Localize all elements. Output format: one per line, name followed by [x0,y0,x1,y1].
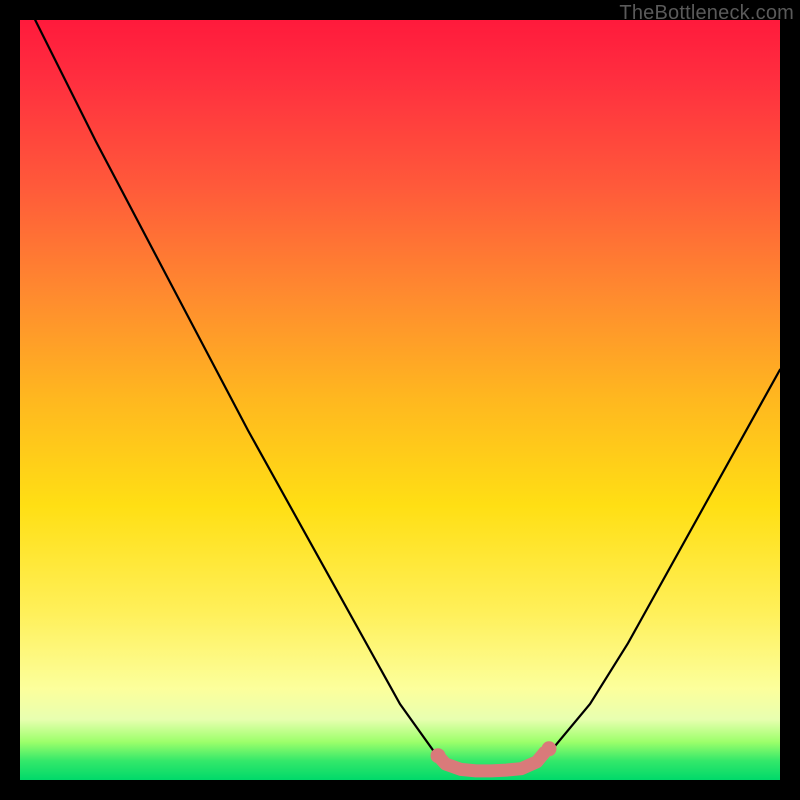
highlight-end-dot [542,741,557,756]
flat-bottom-highlight [438,753,544,771]
chart-stage: TheBottleneck.com [0,0,800,800]
highlight-start-dot [431,748,446,763]
curve-layer [20,20,780,780]
gradient-plot-area [20,20,780,780]
bottleneck-curve [35,20,780,772]
